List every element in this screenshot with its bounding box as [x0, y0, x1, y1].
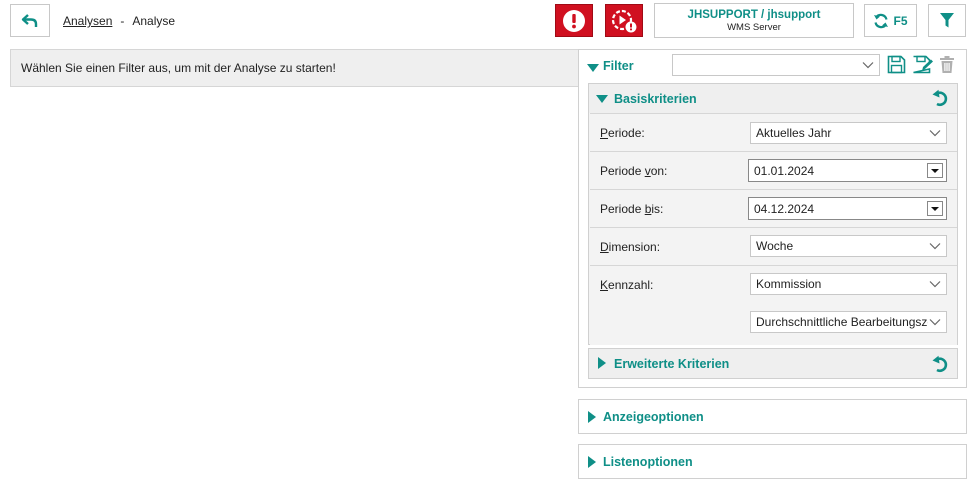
filter-collapse-toggle[interactable]	[587, 61, 599, 75]
breadcrumb: Analysen - Analyse	[63, 14, 175, 28]
funnel-icon	[940, 13, 954, 28]
dimension-select-value: Woche	[756, 239, 794, 253]
kennzahl-select[interactable]: Kommission	[750, 273, 947, 295]
filter-title: Filter	[603, 59, 634, 73]
filter-select[interactable]	[672, 54, 880, 76]
reset-icon[interactable]	[932, 355, 949, 373]
periode-bis-value: 04.12.2024	[754, 201, 815, 216]
kennzahl-label: Kennzahl:	[600, 278, 654, 292]
back-arrow-icon	[21, 13, 38, 27]
user-name: JHSUPPORT / jhsupport	[687, 8, 821, 21]
filter-toggle-button[interactable]	[928, 4, 966, 37]
reset-icon[interactable]	[932, 89, 949, 107]
kennzahl-measure-select[interactable]: Durchschnittliche Bearbeitungszeit	[750, 311, 947, 333]
periode-von-label: Periode von:	[600, 164, 668, 178]
user-server-button[interactable]: JHSUPPORT / jhsupport WMS Server	[654, 3, 854, 38]
dimension-label: Dimension:	[600, 240, 661, 254]
chevron-down-icon	[929, 130, 941, 137]
expanded-triangle-icon	[596, 95, 608, 103]
basiskriterien-section: Basiskriterien Periode: Aktuelles Jahr P…	[588, 83, 958, 345]
info-bar: Wählen Sie einen Filter aus, um mit der …	[10, 49, 578, 87]
process-alert-button[interactable]	[605, 4, 643, 37]
chevron-down-icon	[929, 281, 941, 288]
breadcrumb-separator: -	[120, 14, 125, 28]
filter-panel: Filter Basiskriterien Periode: Aktuelles…	[578, 49, 967, 388]
refresh-button[interactable]: F5	[864, 4, 917, 37]
refresh-shortcut-label: F5	[893, 13, 908, 28]
periode-von-value: 01.01.2024	[754, 163, 815, 178]
listenoptionen-title: Listenoptionen	[603, 455, 693, 469]
periode-label: Periode:	[600, 126, 645, 140]
server-name: WMS Server	[727, 21, 781, 33]
play-gear-warning-icon	[611, 9, 637, 32]
date-dropdown-button[interactable]	[927, 201, 943, 216]
kennzahl-row: Kennzahl: Kommission Durchschnittliche B…	[590, 265, 957, 345]
basiskriterien-header[interactable]: Basiskriterien	[589, 84, 957, 113]
periode-row: Periode: Aktuelles Jahr	[590, 113, 957, 151]
kennzahl-measure-value: Durchschnittliche Bearbeitungszeit	[756, 315, 928, 329]
anzeigeoptionen-panel[interactable]: Anzeigeoptionen	[578, 399, 967, 434]
periode-von-datepicker[interactable]: 01.01.2024	[748, 159, 947, 182]
periode-bis-datepicker[interactable]: 04.12.2024	[748, 197, 947, 220]
breadcrumb-current: Analyse	[132, 14, 176, 28]
breadcrumb-link-analysen[interactable]: Analysen	[63, 14, 112, 28]
listenoptionen-panel[interactable]: Listenoptionen	[578, 444, 967, 479]
dimension-select[interactable]: Woche	[750, 235, 947, 257]
basiskriterien-title: Basiskriterien	[614, 92, 697, 106]
collapsed-triangle-icon	[588, 456, 596, 468]
erweiterte-kriterien-header[interactable]: Erweiterte Kriterien	[588, 348, 958, 379]
exclamation-circle-icon	[563, 9, 585, 32]
erweiterte-kriterien-title: Erweiterte Kriterien	[614, 357, 730, 371]
info-message: Wählen Sie einen Filter aus, um mit der …	[21, 61, 336, 75]
collapsed-triangle-icon	[588, 411, 596, 423]
trash-icon[interactable]	[939, 55, 955, 74]
collapsed-triangle-icon	[598, 357, 606, 369]
refresh-icon	[874, 13, 889, 28]
chevron-down-icon	[862, 62, 874, 69]
date-dropdown-button[interactable]	[927, 163, 943, 178]
periode-bis-label: Periode bis:	[600, 202, 664, 216]
save-icon[interactable]	[887, 55, 906, 74]
back-button[interactable]	[10, 4, 50, 37]
periode-von-row: Periode von: 01.01.2024	[590, 151, 957, 189]
chevron-down-icon	[929, 319, 941, 326]
dimension-row: Dimension: Woche	[590, 227, 957, 265]
anzeigeoptionen-title: Anzeigeoptionen	[603, 410, 704, 424]
chevron-down-icon	[929, 243, 941, 250]
periode-select[interactable]: Aktuelles Jahr	[750, 122, 947, 144]
periode-select-value: Aktuelles Jahr	[756, 126, 832, 140]
alert-button[interactable]	[555, 4, 593, 37]
save-as-icon[interactable]	[912, 55, 934, 74]
expanded-triangle-icon	[587, 64, 599, 72]
periode-bis-row: Periode bis: 04.12.2024	[590, 189, 957, 227]
kennzahl-select-value: Kommission	[756, 277, 822, 291]
